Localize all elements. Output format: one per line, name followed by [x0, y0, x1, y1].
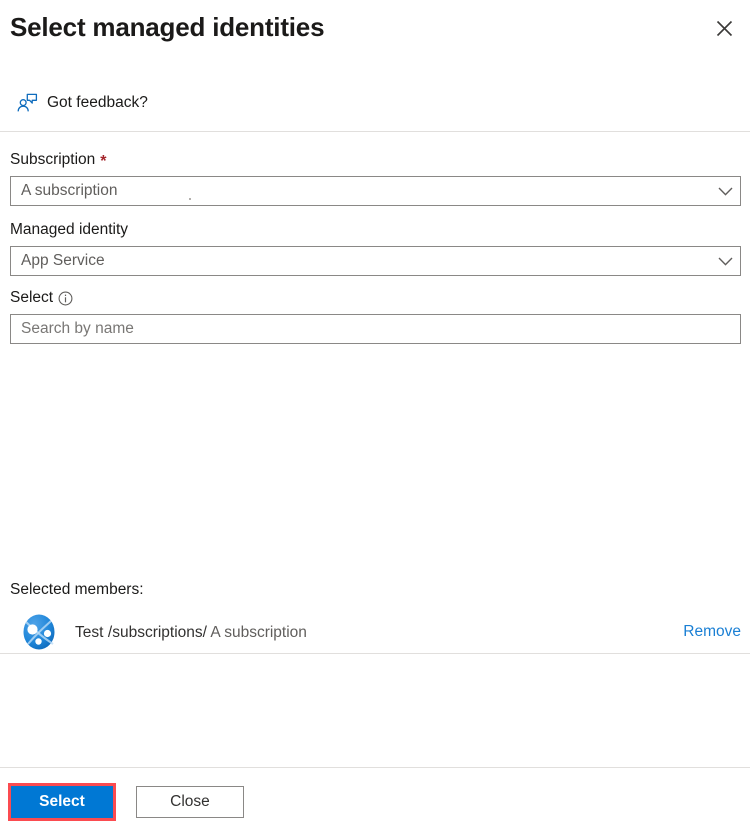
header-divider: [0, 131, 750, 132]
close-button[interactable]: [707, 11, 741, 45]
managed-identity-label-text: Managed identity: [10, 221, 129, 238]
subscription-dropdown[interactable]: A subscription: [10, 176, 741, 206]
got-feedback-link[interactable]: Got feedback?: [16, 92, 148, 114]
close-dialog-button[interactable]: Close: [136, 785, 244, 818]
select-managed-identities-dialog: Select managed identities Got feedback? …: [0, 0, 750, 835]
info-icon[interactable]: [58, 291, 73, 306]
selected-members-section: Selected members: Test /subscriptions/ A…: [0, 580, 750, 655]
subscription-label-text: Subscription: [10, 151, 96, 168]
dialog-header: Select managed identities: [0, 0, 750, 70]
member-text: Test /subscriptions/ A subscription: [75, 622, 683, 643]
subscription-value: A subscription: [21, 182, 118, 199]
member-scope-prefix: /subscriptions/: [107, 623, 207, 641]
feedback-person-icon: [16, 92, 38, 114]
member-scope-value: A subscription: [206, 623, 307, 641]
select-label: Select: [10, 288, 750, 308]
form-area: Subscription * A subscription Managed id…: [0, 150, 750, 344]
member-divider: [0, 653, 750, 654]
dialog-footer: Select Close: [0, 768, 750, 835]
text-caret-artifact: [189, 198, 191, 200]
managed-identity-icon: [20, 613, 58, 651]
member-name: Test: [75, 623, 104, 641]
required-asterisk: *: [100, 153, 107, 170]
list-item: Test /subscriptions/ A subscription Remo…: [20, 609, 741, 655]
search-input[interactable]: Search by name: [11, 315, 740, 343]
chevron-down-icon: [710, 177, 740, 205]
managed-identity-value: App Service: [21, 252, 105, 269]
select-label-text: Select: [10, 289, 54, 306]
member-scope: /subscriptions/ A subscription: [108, 624, 307, 641]
select-button-highlight: Select: [8, 782, 116, 821]
got-feedback-label: Got feedback?: [47, 94, 148, 111]
subscription-label: Subscription *: [10, 150, 750, 170]
managed-identity-label: Managed identity: [10, 220, 750, 240]
select-button[interactable]: Select: [11, 785, 113, 818]
page-title: Select managed identities: [10, 12, 325, 42]
close-icon: [716, 20, 733, 37]
chevron-down-icon: [710, 247, 740, 275]
search-by-name-field[interactable]: Search by name: [10, 314, 741, 344]
managed-identity-dropdown[interactable]: App Service: [10, 246, 741, 276]
selected-members-caption: Selected members:: [10, 581, 144, 598]
remove-member-button[interactable]: Remove: [683, 622, 741, 642]
